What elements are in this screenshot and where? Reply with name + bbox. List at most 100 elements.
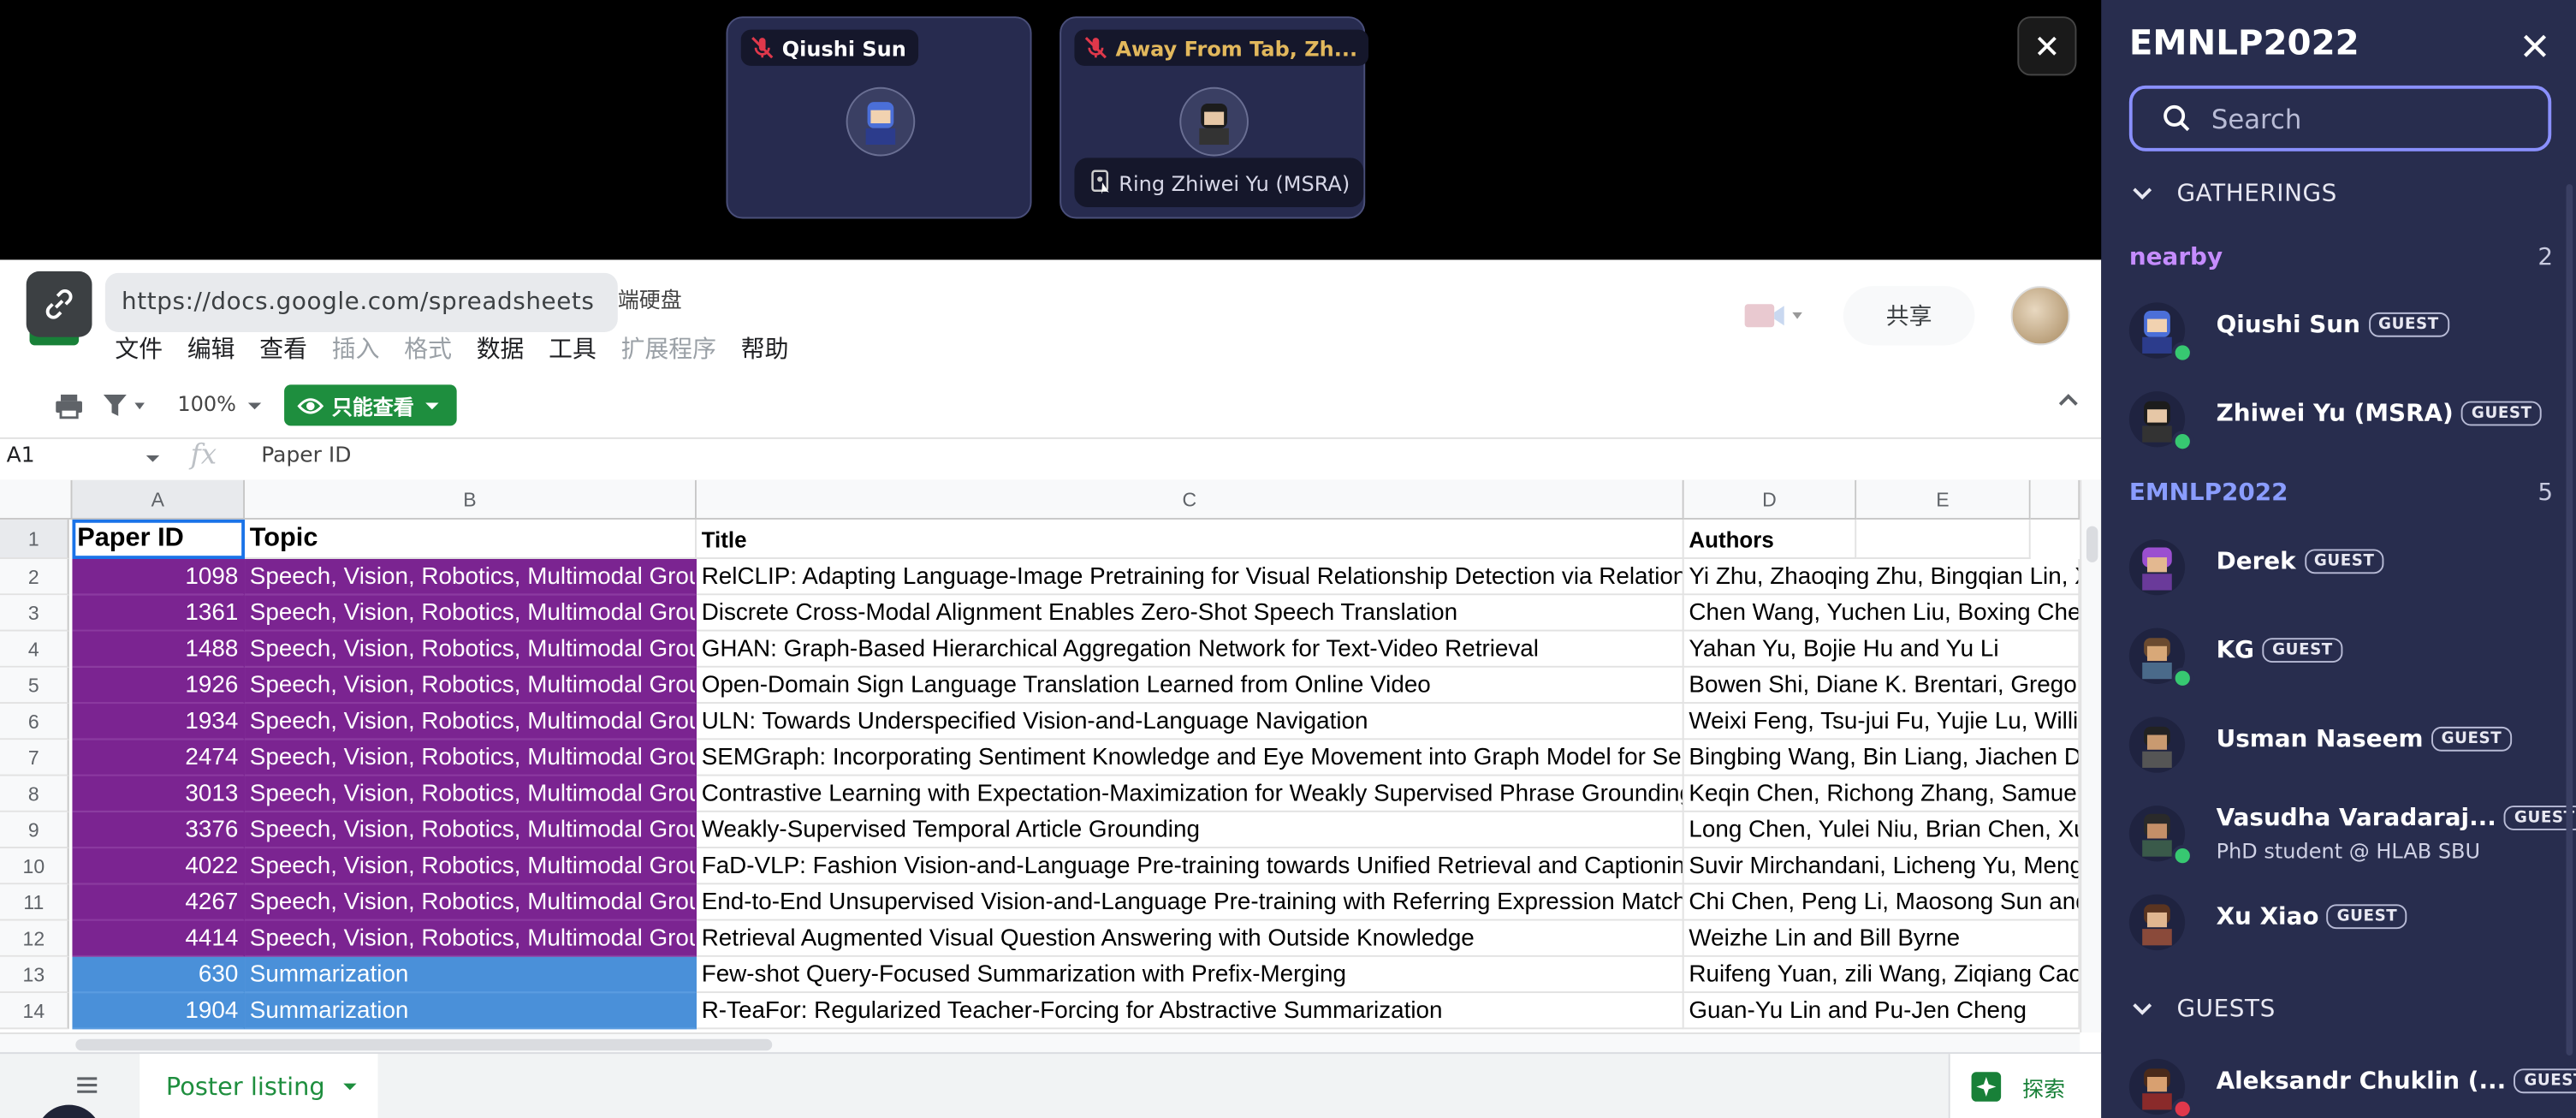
row-header[interactable]: 14 — [0, 993, 69, 1030]
column-header-a[interactable]: A — [72, 479, 246, 520]
row-header[interactable]: 11 — [0, 884, 69, 921]
cell-paper-id[interactable]: 1904 — [72, 993, 246, 1030]
cell-topic[interactable]: Speech, Vision, Robotics, Multimodal Gro… — [245, 631, 697, 668]
cell-paper-id[interactable]: 4267 — [72, 884, 246, 921]
cell-paper-id[interactable]: 1926 — [72, 667, 246, 705]
ring-button[interactable]: Ring Zhiwei Yu (MSRA) — [1074, 158, 1363, 207]
print-icon[interactable] — [54, 391, 84, 421]
name-box[interactable]: A1 — [7, 444, 35, 469]
menu-item-help[interactable]: 帮助 — [741, 330, 789, 365]
collapse-toolbar-icon[interactable] — [2057, 391, 2080, 407]
close-video-button[interactable] — [2017, 16, 2077, 76]
cell-topic[interactable]: Speech, Vision, Robotics, Multimodal Gro… — [245, 704, 697, 740]
sidebar-scrollbar[interactable] — [2566, 184, 2573, 1056]
cell-authors[interactable]: Suvir Mirchandani, Licheng Yu, Mengjia — [1683, 848, 2080, 885]
row-header[interactable]: 4 — [0, 631, 69, 668]
cell-authors[interactable]: Ruifeng Yuan, zili Wang, Ziqiang Cao a — [1683, 956, 2080, 994]
cell-authors[interactable]: Yahan Yu, Bojie Hu and Yu Li — [1683, 631, 2080, 668]
header-cell-topic[interactable]: Topic — [245, 519, 697, 559]
row-header[interactable]: 1 — [0, 519, 69, 559]
cell-paper-id[interactable]: 1098 — [72, 558, 246, 596]
cell-authors[interactable]: Long Chen, Yulei Niu, Brian Chen, Xuc — [1683, 812, 2080, 849]
cell-topic[interactable]: Speech, Vision, Robotics, Multimodal Gro… — [245, 848, 697, 885]
participant-qiushi-sun[interactable]: Qiushi Sun GUEST — [2128, 293, 2549, 366]
link-button[interactable] — [26, 271, 92, 337]
cell-paper-id[interactable]: 4022 — [72, 848, 246, 885]
row-header[interactable]: 3 — [0, 595, 69, 632]
column-header-f[interactable] — [2030, 479, 2080, 520]
row-header[interactable]: 7 — [0, 740, 69, 776]
empty-cell[interactable] — [1856, 519, 2031, 559]
participant-derek[interactable]: Derek GUEST — [2128, 529, 2549, 602]
cell-paper-id[interactable]: 1488 — [72, 631, 246, 668]
gatherings-section-toggle[interactable]: GATHERINGS — [2131, 181, 2337, 207]
cell-title[interactable]: R-TeaFor: Regularized Teacher-Forcing fo… — [696, 993, 1684, 1030]
zoom-select[interactable]: 100% — [177, 391, 236, 416]
url-field[interactable]: https://docs.google.com/spreadsheets — [104, 272, 618, 332]
row-header[interactable]: 6 — [0, 704, 69, 740]
cell-title[interactable]: Retrieval Augmented Visual Question Answ… — [696, 920, 1684, 957]
menu-item-format[interactable]: 格式 — [404, 330, 452, 365]
cell-topic[interactable]: Speech, Vision, Robotics, Multimodal Gro… — [245, 740, 697, 776]
search-input[interactable] — [2208, 101, 2511, 136]
cell-topic[interactable]: Speech, Vision, Robotics, Multimodal Gro… — [245, 667, 697, 705]
participant-usman-naseem[interactable]: Usman Naseem GUEST — [2128, 707, 2549, 780]
cell-authors[interactable]: Keqin Chen, Richong Zhang, Samuel M — [1683, 776, 2080, 812]
header-cell-authors[interactable]: Authors — [1683, 519, 1857, 559]
cell-authors[interactable]: Weizhe Lin and Bill Byrne — [1683, 920, 2080, 957]
column-header-c[interactable]: C — [696, 479, 1684, 520]
menu-item-tools[interactable]: 工具 — [549, 330, 597, 365]
cell-paper-id[interactable]: 1361 — [72, 595, 246, 632]
cell-paper-id[interactable]: 4414 — [72, 920, 246, 957]
cell-paper-id[interactable]: 3376 — [72, 812, 246, 849]
cell-paper-id[interactable]: 630 — [72, 956, 246, 994]
cell-topic[interactable]: Summarization — [245, 956, 697, 994]
cell-topic[interactable]: Speech, Vision, Robotics, Multimodal Gro… — [245, 595, 697, 632]
meet-button[interactable] — [1742, 293, 1817, 339]
menu-item-insert[interactable]: 插入 — [332, 330, 380, 365]
cell-topic[interactable]: Speech, Vision, Robotics, Multimodal Gro… — [245, 920, 697, 957]
share-button[interactable]: 共享 — [1843, 286, 1975, 346]
participant-zhiwei-yu[interactable]: Zhiwei Yu (MSRA) GUEST — [2128, 382, 2549, 455]
cell-title[interactable]: Few-shot Query-Focused Summarization wit… — [696, 956, 1684, 994]
video-tile-qiushi[interactable]: Qiushi Sun — [726, 16, 1032, 219]
scroll-thumb[interactable] — [75, 1038, 773, 1051]
row-header[interactable]: 8 — [0, 776, 69, 812]
cell-authors[interactable]: Bingbing Wang, Bin Liang, Jiachen Du — [1683, 740, 2080, 776]
cell-authors[interactable]: Chi Chen, Peng Li, Maosong Sun and Y — [1683, 884, 2080, 921]
participant-vasudha[interactable]: Vasudha Varadaraj... GUEST PhD student @ … — [2128, 796, 2576, 878]
menu-item-file[interactable]: 文件 — [115, 330, 163, 365]
cell-title[interactable]: GHAN: Graph-Based Hierarchical Aggregati… — [696, 631, 1684, 668]
cell-title[interactable]: End-to-End Unsupervised Vision-and-Langu… — [696, 884, 1684, 921]
cell-paper-id[interactable]: 2474 — [72, 740, 246, 776]
cell-title[interactable]: SEMGraph: Incorporating Sentiment Knowle… — [696, 740, 1684, 776]
corner-cell[interactable] — [0, 479, 73, 520]
cell-title[interactable]: FaD-VLP: Fashion Vision-and-Language Pre… — [696, 848, 1684, 885]
cell-authors[interactable]: Yi Zhu, Zhaoqing Zhu, Bingqian Lin, Xi — [1683, 558, 2080, 596]
cell-authors[interactable]: Weixi Feng, Tsu-jui Fu, Yujie Lu, Willia… — [1683, 704, 2080, 740]
cell-authors[interactable]: Guan-Yu Lin and Pu-Jen Cheng — [1683, 993, 2080, 1030]
cell-title[interactable]: Contrastive Learning with Expectation-Ma… — [696, 776, 1684, 812]
participant-kg[interactable]: KG GUEST — [2128, 618, 2549, 691]
cell-topic[interactable]: Speech, Vision, Robotics, Multimodal Gro… — [245, 884, 697, 921]
cell-title[interactable]: Weakly-Supervised Temporal Article Groun… — [696, 812, 1684, 849]
cell-paper-id[interactable]: 1934 — [72, 704, 246, 740]
cell-title[interactable]: ULN: Towards Underspecified Vision-and-L… — [696, 704, 1684, 740]
guests-section-toggle[interactable]: GUESTS — [2131, 996, 2276, 1023]
cell-title[interactable]: RelCLIP: Adapting Language-Image Pretrai… — [696, 558, 1684, 596]
menu-item-data[interactable]: 数据 — [477, 330, 525, 365]
cell-authors[interactable]: Bowen Shi, Diane K. Brentari, Gregory — [1683, 667, 2080, 705]
explore-button[interactable]: 探索 — [1948, 1054, 2102, 1118]
formula-input[interactable]: Paper ID — [261, 444, 351, 469]
row-header[interactable]: 10 — [0, 848, 69, 885]
column-header-b[interactable]: B — [245, 479, 697, 520]
cell-title[interactable]: Discrete Cross-Modal Alignment Enables Z… — [696, 595, 1684, 632]
view-mode-button[interactable]: 只能查看 — [284, 384, 457, 426]
user-avatar[interactable] — [2010, 286, 2070, 346]
search-field[interactable] — [2128, 85, 2552, 152]
sheet-grid[interactable]: A B C D E 1 Paper ID Topic Title Authors… — [0, 479, 2080, 1032]
column-header-d[interactable]: D — [1683, 479, 1857, 520]
menu-item-extensions[interactable]: 扩展程序 — [621, 330, 716, 365]
vertical-scrollbar[interactable] — [2080, 479, 2102, 1033]
cell-topic[interactable]: Speech, Vision, Robotics, Multimodal Gro… — [245, 812, 697, 849]
